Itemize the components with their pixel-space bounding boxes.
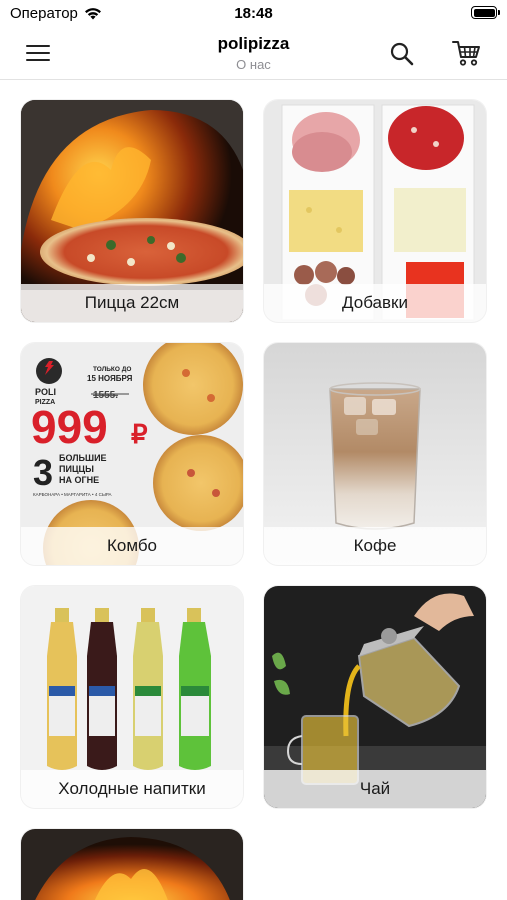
category-card-combo[interactable]: POLI PIZZA ТОЛЬКО ДО 15 НОЯБРЯ 1555. 999… (21, 343, 243, 565)
fire-image (21, 829, 243, 900)
category-label: Чай (264, 770, 486, 808)
promo-count: 3 (33, 452, 53, 493)
search-icon[interactable] (388, 40, 416, 68)
category-label: Добавки (264, 284, 486, 322)
promo-old-price: 1555. (93, 390, 118, 401)
status-bar: Оператор 18:48 (0, 0, 507, 28)
status-time: 18:48 (234, 5, 273, 22)
category-card-partial[interactable] (21, 829, 243, 900)
battery-icon (471, 6, 500, 19)
hamburger-icon-line (26, 52, 50, 54)
menu-button[interactable] (26, 42, 50, 64)
title-block: polipizza О нас (120, 34, 387, 72)
promo-headline-1: БОЛЬШИЕ (59, 453, 107, 463)
page-title: polipizza (217, 34, 290, 53)
category-label: Комбо (21, 527, 243, 565)
category-label: Холодные напитки (21, 770, 243, 808)
nav-bar: polipizza О нас (0, 28, 507, 80)
category-card-tea[interactable]: Чай (264, 586, 486, 808)
category-label: Пицца 22см (21, 284, 243, 322)
hamburger-icon-line (26, 59, 50, 61)
promo-currency: ₽ (131, 419, 148, 449)
category-label: Кофе (264, 527, 486, 565)
category-card-addons[interactable]: Добавки (264, 100, 486, 322)
category-card-pizza[interactable]: Пицца 22см (21, 100, 243, 322)
promo-headline-3: НА ОГНЕ (59, 475, 99, 485)
cart-icon[interactable] (451, 38, 483, 68)
promo-new-price: 999 (31, 401, 108, 453)
promo-until: ТОЛЬКО ДО (93, 366, 131, 373)
category-card-coffee[interactable]: Кофе (264, 343, 486, 565)
promo-headline-2: ПИЦЦЫ (59, 464, 94, 474)
promo-brand-1: POLI (35, 387, 56, 397)
hamburger-icon-line (26, 45, 50, 47)
promo-date: 15 НОЯБРЯ (87, 374, 133, 383)
about-link[interactable]: О нас (120, 57, 387, 72)
category-card-cold-drinks[interactable]: Холодные напитки (21, 586, 243, 808)
promo-pizza-list: КАРБОНАРА • МАРГАРИТА • 4 СЫРА (33, 492, 112, 497)
